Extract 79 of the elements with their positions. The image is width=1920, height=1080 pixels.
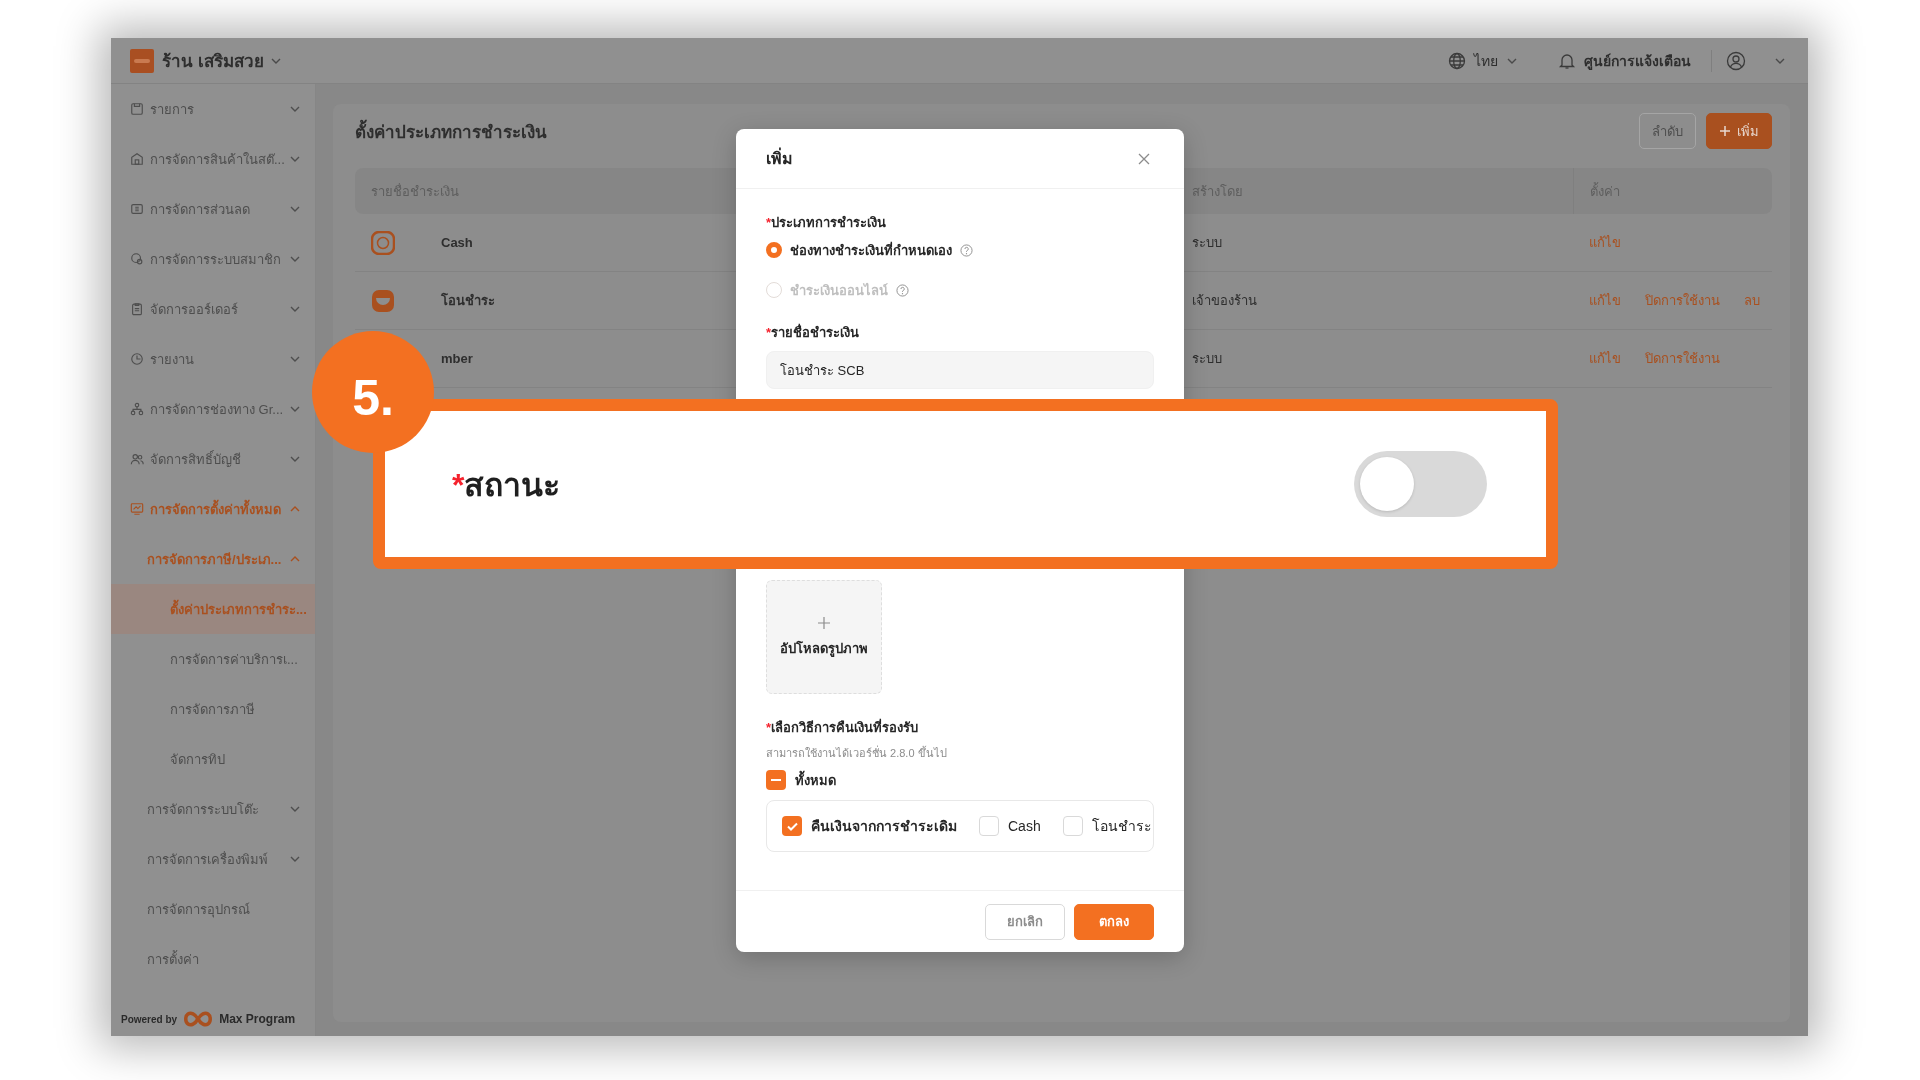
plus-icon [817, 615, 831, 630]
checkbox[interactable] [782, 816, 802, 836]
checkbox[interactable] [766, 770, 786, 790]
hint-text: สามารถใช้งานได้เวอร์ชั่น 2.8.0 ขึ้นไป [766, 744, 948, 761]
sidebar-item[interactable]: จัดการสิทธิ์บัญชี [111, 434, 315, 484]
clipboard-icon [130, 302, 144, 316]
sidebar-item[interactable]: การจัดการเครื่องพิมพ์ [111, 834, 315, 884]
box-icon [130, 102, 144, 116]
checkbox-label[interactable]: ทั้งหมด [795, 769, 836, 791]
sidebar-item[interactable]: การจัดการช่องทาง Gr... [111, 384, 315, 434]
created-by-text: ระบบ [1192, 234, 1222, 252]
clock-icon [130, 352, 144, 366]
sidebar-item[interactable]: ตั้งค่าประเภทการชำระ... [111, 584, 315, 634]
badge-icon [130, 252, 144, 266]
field-label: *รายชื่อชำระเงิน [766, 323, 861, 342]
user-icon [1726, 50, 1746, 71]
dash-icon [771, 779, 781, 781]
action-link[interactable]: ปิดการใช้งาน [1645, 348, 1720, 369]
sidebar-item[interactable]: การจัดการค่าบริการเ... [111, 634, 315, 684]
image-upload-button[interactable]: อัปโหลดรูปภาพ [766, 580, 882, 694]
notification-center-link[interactable]: ศูนย์การแจ้งเตือน [1584, 49, 1691, 72]
monitor-chart-icon [130, 502, 144, 516]
action-link[interactable]: แก้ไข [1589, 348, 1621, 369]
store-icon [130, 152, 144, 166]
sidebar-item[interactable]: รายงาน [111, 334, 315, 384]
cancel-button[interactable]: ยกเลิก [985, 903, 1065, 940]
payment-name: Cash [441, 235, 473, 250]
action-link[interactable]: ปิดการใช้งาน [1645, 290, 1720, 311]
status-label: *สถานะ [452, 465, 561, 505]
payment-name: โอนชำระ [441, 292, 495, 310]
action-link[interactable]: แก้ไข [1589, 232, 1621, 253]
sidebar-item[interactable]: จัดการทิป [111, 734, 315, 784]
close-icon [1138, 152, 1150, 165]
powered-by-text: Powered by [121, 1013, 178, 1025]
checkbox-label[interactable]: คืนเงินจากการชำระเดิม [811, 815, 957, 837]
sidebar-item[interactable]: การจัดการภาษี/ประเภ... [111, 534, 315, 584]
checkbox[interactable] [979, 816, 999, 836]
sidebar-item[interactable]: การจัดการส่วนลด [111, 184, 315, 234]
field-label: *เลือกวิธีการคืนเงินที่รองรับ [766, 718, 920, 737]
infinity-logo-icon [183, 1010, 214, 1028]
brand-name: Max Program [219, 1012, 296, 1026]
checkbox[interactable] [1062, 816, 1083, 836]
plus-icon [1719, 125, 1731, 137]
created-by-text: เจ้าของร้าน [1192, 292, 1257, 310]
checkmark-icon [786, 821, 798, 831]
sidebar-item[interactable]: การตั้งค่า [111, 934, 315, 984]
ticket-icon [130, 202, 144, 216]
sidebar-item[interactable]: การจัดการตั้งค่าทั้งหมด [111, 484, 315, 534]
sidebar-item[interactable]: การจัดการภาษี [111, 684, 315, 734]
action-link[interactable]: แก้ไข [1589, 290, 1621, 311]
sidebar-item[interactable]: การจัดการระบบโต๊ะ [111, 784, 315, 834]
globe-icon [1448, 51, 1466, 70]
radio-label[interactable]: ช่องทางชำระเงินที่กำหนดเอง [790, 239, 952, 261]
created-by-text: ระบบ [1192, 350, 1222, 368]
logo-icon [130, 48, 154, 73]
radio-button[interactable] [766, 242, 782, 258]
bowl-icon [371, 288, 395, 313]
payment-name: mber [441, 351, 473, 366]
page-title: ตั้งค่าประเภทการชำระเงิน [355, 117, 1629, 145]
bell-icon [1558, 51, 1576, 70]
action-link[interactable]: ลบ [1744, 290, 1760, 311]
people-icon [130, 452, 144, 466]
sort-button[interactable]: ลำดับ [1639, 113, 1696, 149]
sidebar-item[interactable]: การจัดการสินค้าในสต๊... [111, 134, 315, 184]
sidebar-item[interactable]: รายการ [111, 84, 315, 134]
confirm-button[interactable]: ตกลง [1074, 903, 1154, 940]
payment-name-field[interactable]: โอนชำระ SCB [766, 351, 1154, 389]
checkbox-label[interactable]: Cash [1008, 818, 1041, 834]
store-name[interactable]: ร้าน เสริมสวย [162, 47, 264, 74]
modal-title: เพิ่ม [766, 146, 793, 171]
sidebar-item[interactable]: การจัดการอุปกรณ์ [111, 884, 315, 934]
sidebar-item[interactable]: การจัดการระบบสมาชิก [111, 234, 315, 284]
sidebar-item[interactable]: จัดการออร์เดอร์ [111, 284, 315, 334]
add-button[interactable]: เพิ่ม [1706, 113, 1772, 149]
coin-icon [371, 230, 395, 255]
language-selector[interactable]: ไทย [1474, 49, 1498, 72]
checkbox-label[interactable]: โอนชำระ [1091, 815, 1152, 837]
hierarchy-icon [130, 402, 144, 416]
field-label: *ประเภทการชำระเงิน [766, 214, 888, 232]
